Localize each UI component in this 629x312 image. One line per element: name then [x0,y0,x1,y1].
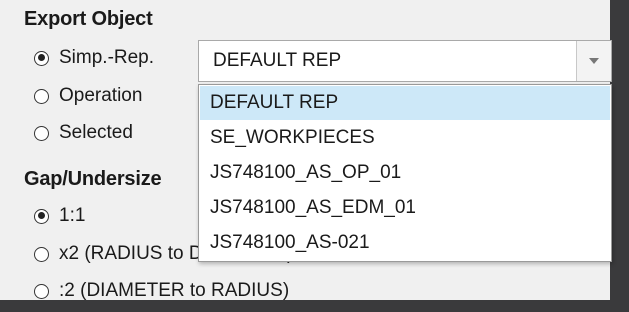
radio-button[interactable] [34,125,49,141]
radio-label: Selected [59,122,133,143]
dropdown-option-as-op-01[interactable]: JS748100_AS_OP_01 [200,156,610,190]
export-panel: Export Object Simp.-Rep. Operation Selec… [0,0,612,302]
radio-label: Simp.-Rep. [59,47,155,68]
radio-1-1[interactable]: 1:1 [34,205,85,227]
chevron-down-icon [589,58,599,64]
radio-button[interactable] [34,208,49,224]
radio-label: Operation [59,85,143,106]
radio-label: 1:1 [59,205,86,226]
dropdown-option-as-021[interactable]: JS748100_AS-021 [200,226,610,260]
dropdown-option-default-rep[interactable]: DEFAULT REP [200,86,610,120]
dropdown-option-se-workpieces[interactable]: SE_WORKPIECES [200,121,610,155]
radio-operation[interactable]: Operation [34,85,142,107]
simp-rep-dropdown-list: DEFAULT REP SE_WORKPIECES JS748100_AS_OP… [198,84,612,262]
gap-undersize-title: Gap/Undersize [24,168,162,190]
radio-button[interactable] [34,88,49,104]
radio-div2[interactable]: :2 (DIAMETER to RADIUS) [34,280,289,302]
radio-button[interactable] [34,246,49,262]
export-object-title: Export Object [24,8,153,30]
simp-rep-combobox[interactable]: DEFAULT REP [198,40,612,82]
combobox-dropdown-button[interactable] [576,41,611,81]
radio-selected[interactable]: Selected [34,122,133,144]
radio-button[interactable] [34,50,49,66]
combobox-value: DEFAULT REP [213,50,342,71]
radio-simp-rep[interactable]: Simp.-Rep. [34,47,154,69]
dropdown-option-as-edm-01[interactable]: JS748100_AS_EDM_01 [200,191,610,225]
radio-label: :2 (DIAMETER to RADIUS) [59,280,290,301]
radio-button[interactable] [34,283,49,299]
